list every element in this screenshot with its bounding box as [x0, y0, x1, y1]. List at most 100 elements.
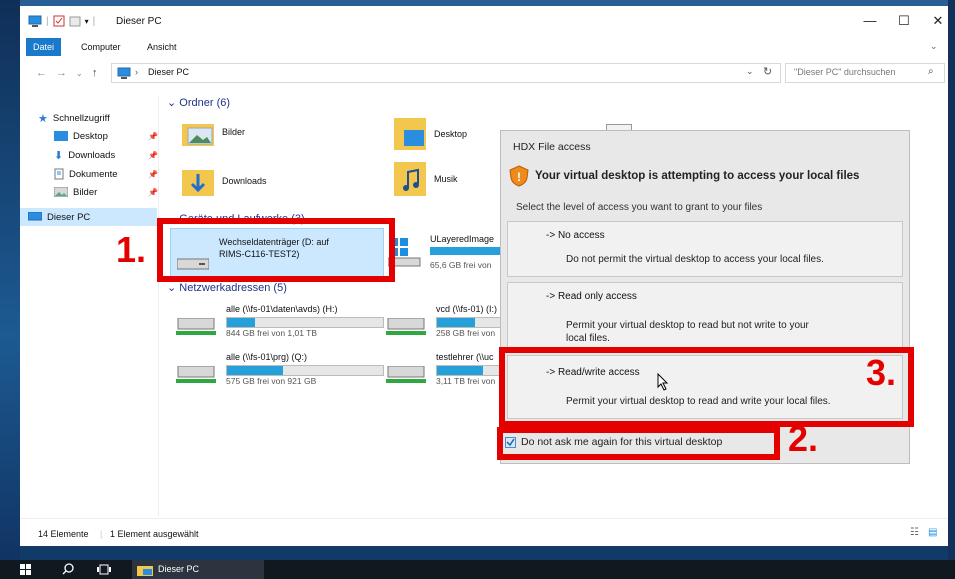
desktop-icon: [54, 131, 68, 141]
navigation-pane: ★ Schnellzugriff Desktop 📌 ⬇ Downloads 📌…: [20, 96, 159, 516]
annotation-box-3: [499, 347, 914, 427]
computer-icon: [28, 15, 42, 27]
separator: |: [46, 15, 49, 27]
maximize-button[interactable]: ☐: [890, 12, 918, 30]
address-dropdown-icon[interactable]: ⌄: [746, 66, 754, 77]
details-view-icon[interactable]: ☷: [910, 527, 919, 538]
properties-icon[interactable]: [53, 15, 65, 27]
tab-ansicht[interactable]: Ansicht: [140, 38, 184, 56]
expand-ribbon-icon[interactable]: ⌄: [930, 41, 938, 52]
sidebar-item-desktop[interactable]: Desktop: [54, 127, 108, 145]
device-name: ULayeredImage: [430, 234, 495, 244]
folder-tile-music[interactable]: Musik: [394, 162, 458, 196]
window-title: Dieser PC: [116, 16, 162, 27]
folder-tile-bilder[interactable]: Bilder: [182, 118, 245, 146]
tab-computer[interactable]: Computer: [74, 38, 128, 56]
dialog-subtitle: Select the level of access you want to g…: [516, 202, 763, 213]
customize-toolbar-icon[interactable]: ▾: [85, 17, 89, 26]
sidebar-item-quick-access[interactable]: ★ Schnellzugriff: [38, 109, 110, 127]
folder-computer-icon: [137, 566, 153, 576]
drive-free-space: 844 GB frei von 1,01 TB: [226, 328, 318, 338]
task-view-icon[interactable]: [97, 564, 111, 575]
sidebar-item-downloads[interactable]: ⬇ Downloads: [54, 146, 115, 164]
sidebar-item-this-pc[interactable]: Dieser PC: [20, 208, 157, 226]
search-input[interactable]: "Dieser PC" durchsuchen ⌕: [785, 63, 945, 83]
sidebar-item-label: Downloads: [68, 149, 116, 161]
annotation-label-3: 3.: [866, 352, 897, 393]
address-bar[interactable]: › Dieser PC ⌄ ↻: [111, 63, 781, 83]
sidebar-item-label: Dokumente: [69, 168, 118, 180]
option-label: -> Read only access: [546, 291, 637, 302]
title-bar: | ▾ | Dieser PC — ☐ ✕: [20, 6, 948, 36]
refresh-icon[interactable]: ↻: [763, 65, 772, 78]
up-button[interactable]: ↑: [92, 67, 98, 79]
dialog-title: HDX File access: [513, 141, 591, 153]
folder-tile-desktop[interactable]: Desktop: [394, 118, 467, 150]
address-toolbar: ← → ⌄ ↑ › Dieser PC ⌄ ↻ "Dieser PC" durc…: [20, 60, 948, 86]
chevron-down-icon: ⌄: [167, 97, 180, 109]
device-tile-ulayered[interactable]: ULayeredImage 65,6 GB frei von: [386, 228, 506, 276]
close-button[interactable]: ✕: [924, 12, 948, 30]
pin-icon[interactable]: 📌: [148, 188, 158, 197]
svg-text:!: !: [517, 170, 521, 184]
drive-name: testlehrer (\\uc: [436, 352, 494, 362]
group-header-network[interactable]: ⌄ Netzwerkadressen (5): [167, 281, 287, 294]
sidebar-item-label: Desktop: [73, 130, 108, 142]
item-count: 14 Elemente: [38, 529, 89, 539]
new-folder-icon[interactable]: [69, 15, 81, 27]
network-drive-icon: [176, 318, 216, 335]
group-header-folders[interactable]: ⌄ Ordner (6): [167, 96, 230, 109]
taskbar: Dieser PC: [0, 560, 955, 579]
desktop-background: [0, 0, 20, 560]
option-description: Permit your virtual desktop to read but …: [566, 320, 809, 331]
document-icon: [54, 168, 64, 180]
sidebar-item-label: Bilder: [73, 186, 98, 198]
ribbon: Datei Computer Ansicht ⌄: [20, 38, 948, 56]
sidebar-item-pictures[interactable]: Bilder: [54, 183, 97, 201]
folder-label: Musik: [434, 174, 458, 184]
disk-usage-fill: [437, 366, 483, 375]
sidebar-item-label: Dieser PC: [47, 211, 91, 223]
disk-usage-bar: [226, 317, 384, 328]
folder-label: Downloads: [222, 176, 267, 186]
annotation-box-2: [497, 427, 780, 460]
search-placeholder: "Dieser PC" durchsuchen: [794, 67, 896, 77]
minimize-button[interactable]: —: [856, 12, 884, 30]
dialog-heading-text: Your virtual desktop is attempting to ac…: [535, 170, 860, 182]
taskbar-app-explorer[interactable]: Dieser PC: [132, 560, 264, 579]
separator: |: [92, 15, 96, 27]
desktop-background-right: [948, 0, 955, 560]
disk-usage-fill: [437, 318, 475, 327]
windows-start-icon[interactable]: [20, 564, 31, 575]
computer-icon: [28, 212, 42, 221]
recent-locations-icon[interactable]: ⌄: [76, 69, 83, 78]
drive-name: alle (\\fs-01\daten\avds) (H:): [226, 304, 338, 314]
large-icons-view-icon[interactable]: ▤: [928, 527, 937, 538]
tab-datei[interactable]: Datei: [26, 38, 62, 56]
separator: |: [100, 529, 103, 539]
folder-label: Desktop: [434, 129, 468, 139]
search-icon: ⌕: [928, 66, 934, 77]
shield-warning-icon: !: [509, 165, 529, 187]
network-drive-testlehrer[interactable]: testlehrer (\\uc 3,11 TB frei von: [382, 352, 514, 414]
sidebar-item-documents[interactable]: Dokumente: [54, 165, 118, 183]
search-icon[interactable]: [62, 563, 74, 575]
folder-tile-downloads[interactable]: Downloads: [182, 166, 267, 196]
drive-free-space: 258 GB frei von: [436, 328, 496, 338]
address-path: Dieser PC: [148, 67, 190, 77]
option-description: Do not permit the virtual desktop to acc…: [566, 254, 824, 265]
back-button[interactable]: ←: [36, 67, 47, 79]
breadcrumb-chevron-icon: ›: [135, 67, 138, 77]
pin-icon[interactable]: 📌: [148, 170, 158, 179]
network-drive-icon: [176, 366, 216, 383]
pin-icon[interactable]: 📌: [148, 151, 158, 160]
taskbar-app-label: Dieser PC: [158, 564, 200, 574]
sidebar-item-label: Schnellzugriff: [52, 112, 110, 124]
option-description-line2: local files.: [566, 333, 610, 344]
forward-button[interactable]: →: [56, 67, 67, 79]
star-icon: ★: [38, 112, 48, 125]
pin-icon[interactable]: 📌: [148, 132, 158, 141]
option-no-access[interactable]: -> No access Do not permit the virtual d…: [507, 221, 903, 277]
annotation-box-1: [157, 218, 395, 282]
option-read-only-access[interactable]: -> Read only access Permit your virtual …: [507, 282, 903, 350]
